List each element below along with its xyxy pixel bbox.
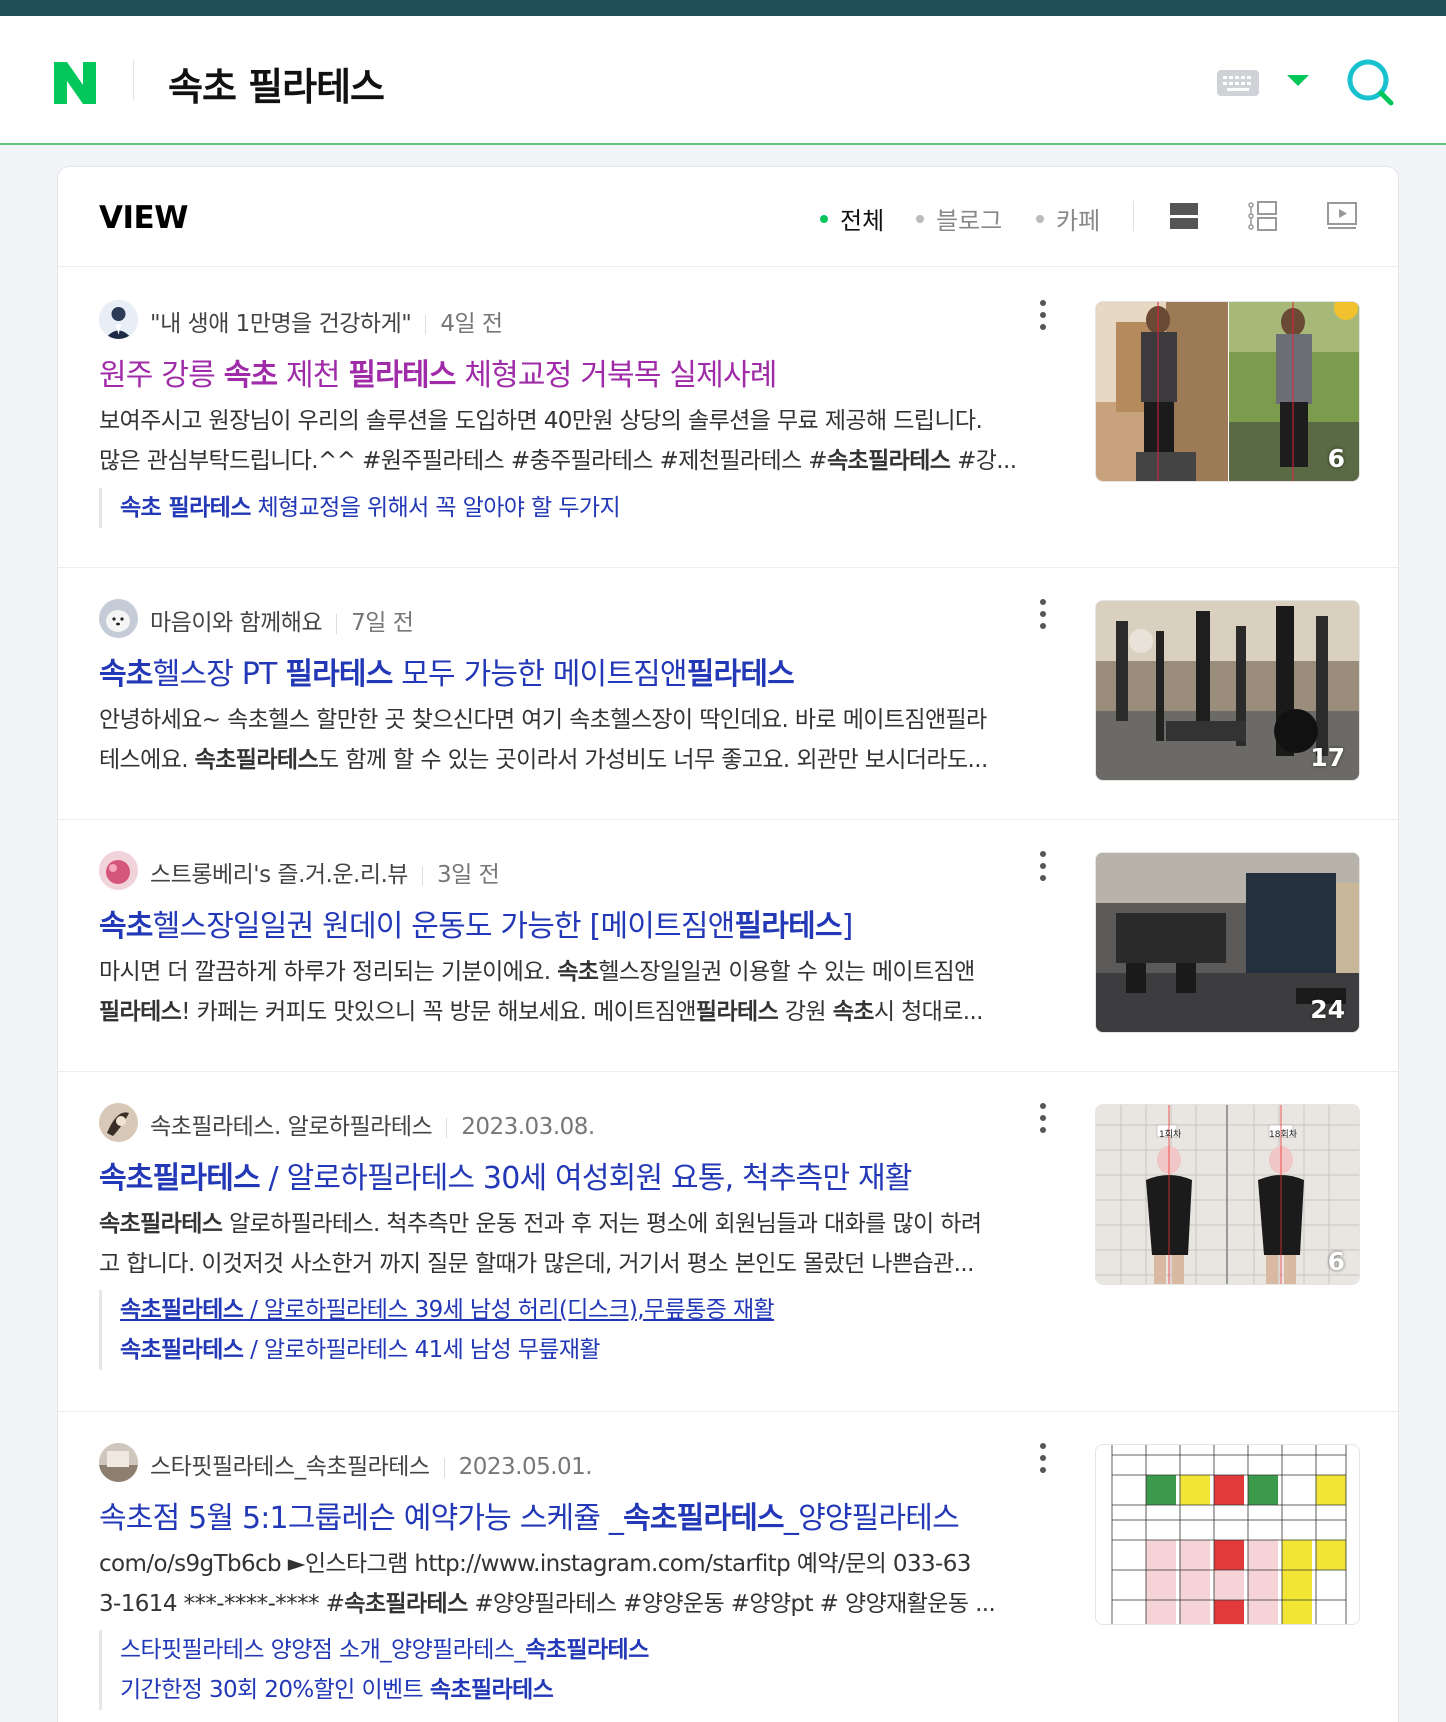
result-description: com/o/s9gTb6cb ►인스타그램 http://www.instagr… [99, 1551, 996, 1617]
result-item: "내 생애 1만명을 건강하게" 4일 전 원주 강릉 속초 제천 필라테스 체형… [58, 268, 1398, 568]
image-label: 1회차 [1159, 1130, 1182, 1140]
post-time: 2023.03.08. [461, 1114, 595, 1140]
avatar[interactable] [99, 300, 138, 339]
more-options-icon[interactable] [1035, 1441, 1051, 1477]
post-time: 7일 전 [351, 610, 414, 636]
image-count: 6 [1327, 1247, 1345, 1276]
author-name[interactable]: 속초필라테스. 알로하필라테스 [150, 1114, 433, 1140]
author-line: 스트롱베리's 즐.거.운.리.뷰 3일 전 [150, 855, 500, 889]
result-thumbnail[interactable]: 1회차 18회차 6 [1095, 1104, 1360, 1285]
more-options-icon[interactable] [1035, 597, 1051, 633]
image-count: 6 [1327, 444, 1345, 473]
result-thumbnail[interactable]: 17 [1095, 600, 1360, 781]
image-count: 17 [1310, 743, 1345, 772]
image-count: 24 [1310, 995, 1345, 1024]
related-links: 속초 필라테스 체형교정을 위해서 꼭 알아야 할 두가지 [99, 488, 621, 528]
post-time: 3일 전 [436, 862, 500, 888]
author-name[interactable]: 마음이와 함께해요 [150, 610, 323, 636]
avatar[interactable] [99, 599, 138, 638]
author-line: 속초필라테스. 알로하필라테스 2023.03.08. [150, 1107, 595, 1141]
result-thumbnail[interactable] [1095, 1444, 1360, 1625]
filter-cafe[interactable]: 카페 [1036, 201, 1100, 236]
list-large-icon[interactable] [1168, 200, 1200, 232]
keyboard-icon[interactable] [1217, 70, 1259, 96]
author-line: 스타핏필라테스_속초필라테스 2023.05.01. [150, 1447, 593, 1481]
view-section: VIEW 전체 블로그 카페 "내 생애 1만명을 건강하게" 4일 전 원주 강… [57, 166, 1399, 1722]
post-time: 2023.05.01. [458, 1454, 593, 1480]
view-header: VIEW 전체 블로그 카페 [58, 167, 1398, 267]
result-item: 마음이와 함께해요 7일 전 속초헬스장 PT 필라테스 모두 가능한 메이트짐앤… [58, 568, 1398, 820]
filter-all[interactable]: 전체 [820, 201, 884, 236]
top-stripe [0, 0, 1446, 16]
result-item: 스타핏필라테스_속초필라테스 2023.05.01. 속초점 5월 5:1그룹레슨… [58, 1412, 1398, 1722]
result-title[interactable]: 원주 강릉 속초 제천 필라테스 체형교정 거북목 실제사례 [99, 350, 1029, 394]
author-name[interactable]: 스타핏필라테스_속초필라테스 [150, 1454, 430, 1480]
related-link[interactable]: 기간한정 30회 20%할인 이벤트 속초필라테스 [120, 1670, 649, 1710]
result-title[interactable]: 속초헬스장 PT 필라테스 모두 가능한 메이트짐앤필라테스 [99, 649, 1029, 693]
result-item: 속초필라테스. 알로하필라테스 2023.03.08. 속초필라테스 / 알로하필… [58, 1072, 1398, 1412]
avatar[interactable] [99, 851, 138, 890]
result-description: 보여주시고 원장님이 우리의 솔루션을 도입하면 40만원 상당의 솔루션을 무… [99, 408, 1017, 474]
related-link[interactable]: 속초필라테스 / 알로하필라테스 41세 남성 무릎재활 [120, 1330, 774, 1370]
author-name[interactable]: 스트롱베리's 즐.거.운.리.뷰 [150, 862, 408, 888]
search-header: 속초 필라테스 [0, 16, 1446, 145]
list-detail-icon[interactable] [1246, 200, 1278, 232]
author-line: 마음이와 함께해요 7일 전 [150, 603, 414, 637]
result-description: 마시면 더 깔끔하게 하루가 정리되는 기분이에요. 속초헬스장일일권 이용할 … [99, 959, 984, 1025]
video-icon[interactable] [1326, 200, 1358, 232]
result-title[interactable]: 속초헬스장일일권 원데이 운동도 가능한 [메이트짐앤필라테스] [99, 901, 1029, 945]
more-options-icon[interactable] [1035, 1101, 1051, 1137]
author-line: "내 생애 1만명을 건강하게" 4일 전 [150, 304, 503, 338]
avatar[interactable] [99, 1443, 138, 1482]
related-links: 속초필라테스 / 알로하필라테스 39세 남성 허리(디스크),무릎통증 재활 … [99, 1290, 775, 1370]
author-name[interactable]: "내 생애 1만명을 건강하게" [150, 311, 412, 337]
avatar[interactable] [99, 1103, 138, 1142]
result-description: 안녕하세요~ 속초헬스 할만한 곳 찾으신다면 여기 속초헬스장이 딱인데요. … [99, 707, 988, 773]
image-label: 18회차 [1269, 1130, 1298, 1140]
post-time: 4일 전 [440, 311, 503, 337]
related-link[interactable]: 속초 필라테스 체형교정을 위해서 꼭 알아야 할 두가지 [120, 488, 621, 528]
more-options-icon[interactable] [1035, 298, 1051, 334]
search-icon[interactable] [1344, 56, 1396, 108]
related-link[interactable]: 스타핏필라테스 양양점 소개_양양필라테스_속초필라테스 [120, 1630, 649, 1670]
result-thumbnail[interactable]: 24 [1095, 852, 1360, 1033]
related-link[interactable]: 속초필라테스 / 알로하필라테스 39세 남성 허리(디스크),무릎통증 재활 [120, 1290, 775, 1330]
result-description: 속초필라테스 알로하필라테스. 척추측만 운동 전과 후 저는 평소에 회원님들… [99, 1211, 982, 1277]
result-title[interactable]: 속초점 5월 5:1그룹레슨 예약가능 스케쥴 _속초필라테스_양양필라테스 [99, 1493, 1029, 1537]
view-title: VIEW [99, 200, 188, 236]
related-links: 스타핏필라테스 양양점 소개_양양필라테스_속초필라테스 기간한정 30회 20… [99, 1630, 649, 1710]
filter-blog[interactable]: 블로그 [916, 201, 1002, 236]
header-divider [133, 60, 134, 100]
result-item: 스트롱베리's 즐.거.운.리.뷰 3일 전 속초헬스장일일권 원데이 운동도 가… [58, 820, 1398, 1072]
naver-logo-icon[interactable] [52, 60, 98, 106]
more-options-icon[interactable] [1035, 849, 1051, 885]
chevron-down-icon[interactable] [1287, 75, 1309, 86]
search-query-input[interactable]: 속초 필라테스 [168, 56, 385, 111]
filter-divider [1133, 201, 1134, 231]
result-thumbnail[interactable]: 6 [1095, 301, 1360, 482]
result-title[interactable]: 속초필라테스 / 알로하필라테스 30세 여성회원 요통, 척추측만 재활 [99, 1153, 1029, 1197]
